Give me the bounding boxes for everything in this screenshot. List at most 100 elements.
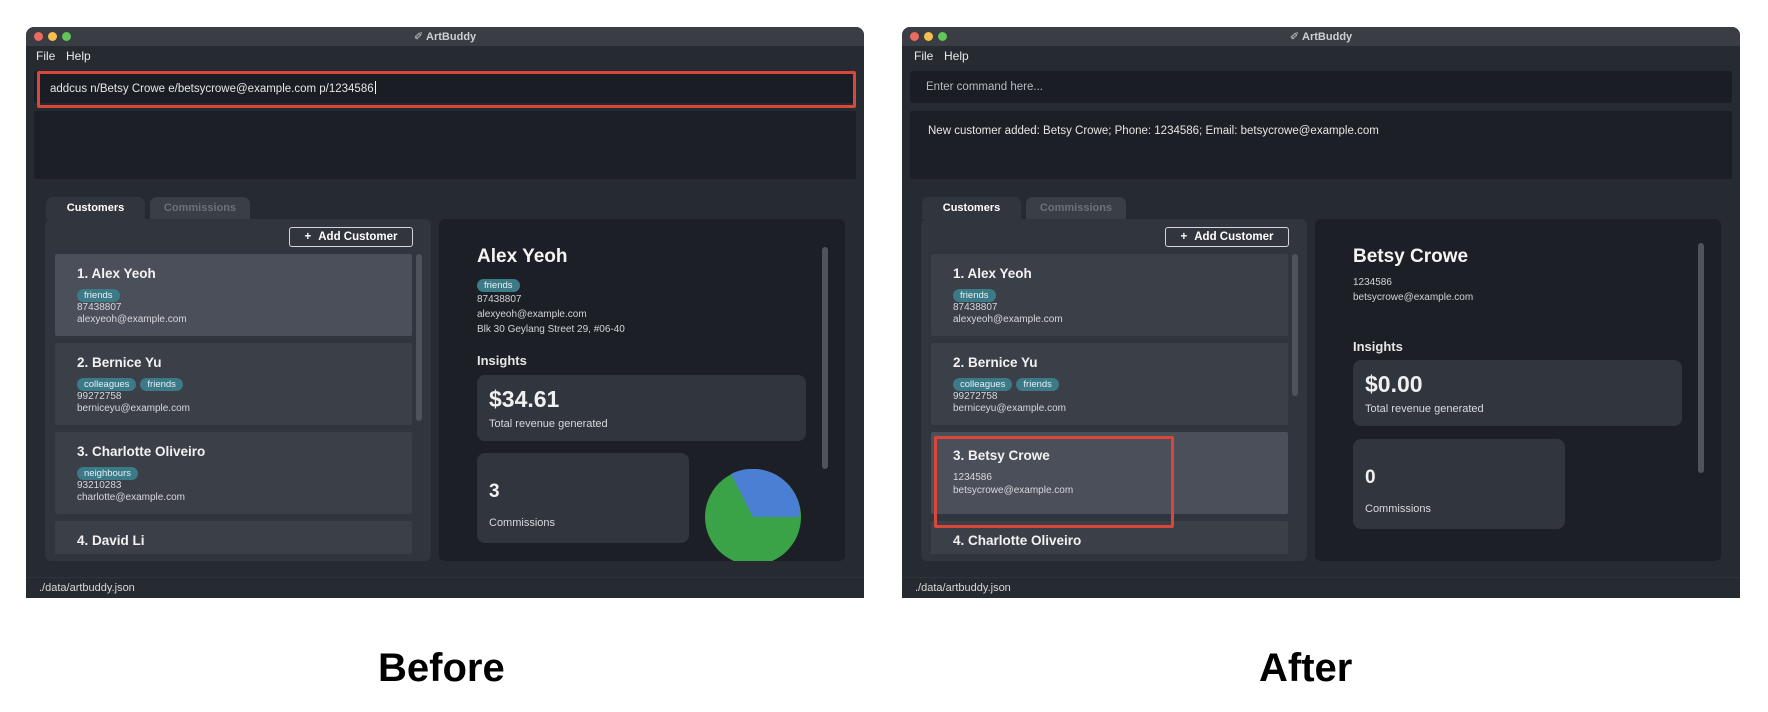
list-scrollbar[interactable] bbox=[416, 254, 422, 421]
title-bar: ✐ ArtBuddy bbox=[902, 27, 1740, 46]
tag: friends bbox=[140, 378, 183, 391]
tab-customers[interactable]: Customers bbox=[46, 197, 145, 219]
command-input-highlight bbox=[37, 71, 856, 108]
commissions-value: 3 bbox=[489, 481, 500, 502]
before-window: ✐ ArtBuddy File Help addcus n/Betsy Crowe… bbox=[26, 27, 864, 598]
customer-name: 3. Charlotte Oliveiro bbox=[77, 444, 206, 459]
list-scrollbar[interactable] bbox=[1292, 254, 1298, 396]
detail-address: Blk 30 Geylang Street 29, #06-40 bbox=[477, 324, 625, 335]
detail-email: alexyeoh@example.com bbox=[477, 309, 587, 320]
revenue-card: $34.61 Total revenue generated bbox=[477, 375, 806, 441]
tag: friends bbox=[953, 289, 996, 302]
status-file-path: ./data/artbuddy.json bbox=[39, 582, 135, 594]
detail-phone: 1234586 bbox=[1353, 277, 1392, 288]
customer-list-panel: + Add Customer 1. Alex Yeoh friends 87438… bbox=[45, 219, 431, 561]
commissions-card: 0 Commissions bbox=[1353, 439, 1565, 529]
detail-email: betsycrowe@example.com bbox=[1353, 292, 1474, 303]
customer-name: 1. Alex Yeoh bbox=[953, 266, 1032, 281]
customer-name: 4. David Li bbox=[77, 533, 145, 548]
customer-detail-panel: Alex Yeoh friends 87438807 alexyeoh@exam… bbox=[439, 219, 845, 561]
result-display bbox=[34, 111, 856, 179]
tag-list: friends bbox=[77, 285, 124, 302]
customer-name: 1. Alex Yeoh bbox=[77, 266, 156, 281]
revenue-label: Total revenue generated bbox=[1365, 403, 1484, 415]
tag: colleagues bbox=[953, 378, 1013, 391]
tag-list: friends bbox=[953, 285, 1000, 302]
customer-card[interactable]: 3. Charlotte Oliveiro neighbours 9321028… bbox=[55, 432, 412, 514]
add-customer-button[interactable]: + Add Customer bbox=[1165, 227, 1289, 247]
menu-help[interactable]: Help bbox=[66, 49, 91, 63]
plus-icon: + bbox=[304, 231, 312, 243]
tag: friends bbox=[477, 279, 520, 292]
commissions-label: Commissions bbox=[1365, 503, 1432, 515]
customer-email: berniceyu@example.com bbox=[77, 403, 190, 414]
menu-bar: File Help bbox=[902, 46, 1740, 66]
commissions-label: Commissions bbox=[489, 517, 556, 529]
plus-icon: + bbox=[1180, 231, 1188, 243]
customer-phone: 87438807 bbox=[953, 302, 998, 313]
add-customer-button[interactable]: + Add Customer bbox=[289, 227, 413, 247]
menu-file[interactable]: File bbox=[36, 49, 55, 63]
customer-email: alexyeoh@example.com bbox=[953, 314, 1063, 325]
window-title: ArtBuddy bbox=[426, 31, 477, 43]
customer-card[interactable]: 2. Bernice Yu colleagues friends 99272758… bbox=[931, 343, 1288, 425]
commissions-value: 0 bbox=[1365, 467, 1376, 488]
tag-list: colleagues friends bbox=[77, 374, 187, 391]
customer-card[interactable]: 1. Alex Yeoh friends 87438807 alexyeoh@e… bbox=[55, 254, 412, 336]
detail-phone: 87438807 bbox=[477, 294, 522, 305]
customer-email: berniceyu@example.com bbox=[953, 403, 1066, 414]
command-input[interactable]: Enter command here... bbox=[910, 71, 1732, 103]
customer-name: 2. Bernice Yu bbox=[953, 355, 1038, 370]
tab-customers[interactable]: Customers bbox=[922, 197, 1021, 219]
caption-before: Before bbox=[378, 646, 505, 690]
tag: neighbours bbox=[77, 467, 139, 480]
tag: colleagues bbox=[77, 378, 137, 391]
customer-phone: 99272758 bbox=[953, 391, 998, 402]
tag-list: colleagues friends bbox=[953, 374, 1063, 391]
revenue-label: Total revenue generated bbox=[489, 418, 608, 430]
insights-heading: Insights bbox=[1353, 339, 1403, 354]
menu-bar: File Help bbox=[26, 46, 864, 66]
app-icon: ✐ bbox=[413, 31, 424, 43]
menu-file[interactable]: File bbox=[914, 49, 933, 63]
customer-email: charlotte@example.com bbox=[77, 492, 185, 503]
tag: friends bbox=[1016, 378, 1059, 391]
result-display: New customer added: Betsy Crowe; Phone: … bbox=[910, 111, 1732, 179]
menu-help[interactable]: Help bbox=[944, 49, 969, 63]
revenue-value: $0.00 bbox=[1365, 371, 1423, 397]
caption-after: After bbox=[1259, 646, 1353, 690]
status-file-path: ./data/artbuddy.json bbox=[915, 582, 1011, 594]
customer-name: 4. Charlotte Oliveiro bbox=[953, 533, 1082, 548]
tab-commissions[interactable]: Commissions bbox=[1026, 197, 1126, 219]
status-bar: ./data/artbuddy.json bbox=[902, 577, 1740, 598]
commissions-card: 3 Commissions bbox=[477, 453, 689, 543]
customer-name: 2. Bernice Yu bbox=[77, 355, 162, 370]
detail-tag-list: friends bbox=[477, 275, 524, 293]
commission-status-pie bbox=[705, 469, 801, 561]
detail-name: Alex Yeoh bbox=[477, 246, 568, 267]
customer-card[interactable]: 4. David Li bbox=[55, 521, 412, 554]
detail-scrollbar[interactable] bbox=[822, 247, 828, 469]
tab-commissions[interactable]: Commissions bbox=[150, 197, 250, 219]
customer-phone: 93210283 bbox=[77, 480, 122, 491]
detail-name: Betsy Crowe bbox=[1353, 246, 1469, 267]
new-customer-highlight bbox=[934, 436, 1174, 528]
customer-phone: 99272758 bbox=[77, 391, 122, 402]
result-text: New customer added: Betsy Crowe; Phone: … bbox=[928, 125, 1379, 137]
insights-heading: Insights bbox=[477, 353, 527, 368]
customer-detail-panel: Betsy Crowe 1234586 betsycrowe@example.c… bbox=[1315, 219, 1721, 561]
customer-list: 1. Alex Yeoh friends 87438807 alexyeoh@e… bbox=[55, 254, 412, 554]
app-icon: ✐ bbox=[1289, 31, 1300, 43]
detail-scrollbar[interactable] bbox=[1698, 243, 1704, 473]
title-bar: ✐ ArtBuddy bbox=[26, 27, 864, 46]
tag-list: neighbours bbox=[77, 463, 142, 480]
status-bar: ./data/artbuddy.json bbox=[26, 577, 864, 598]
window-title: ArtBuddy bbox=[1302, 31, 1353, 43]
customer-card[interactable]: 1. Alex Yeoh friends 87438807 alexyeoh@e… bbox=[931, 254, 1288, 336]
command-placeholder: Enter command here... bbox=[926, 81, 1043, 93]
customer-email: alexyeoh@example.com bbox=[77, 314, 187, 325]
customer-card[interactable]: 2. Bernice Yu colleagues friends 99272758… bbox=[55, 343, 412, 425]
customer-phone: 87438807 bbox=[77, 302, 122, 313]
tag: friends bbox=[77, 289, 120, 302]
revenue-card: $0.00 Total revenue generated bbox=[1353, 360, 1682, 426]
